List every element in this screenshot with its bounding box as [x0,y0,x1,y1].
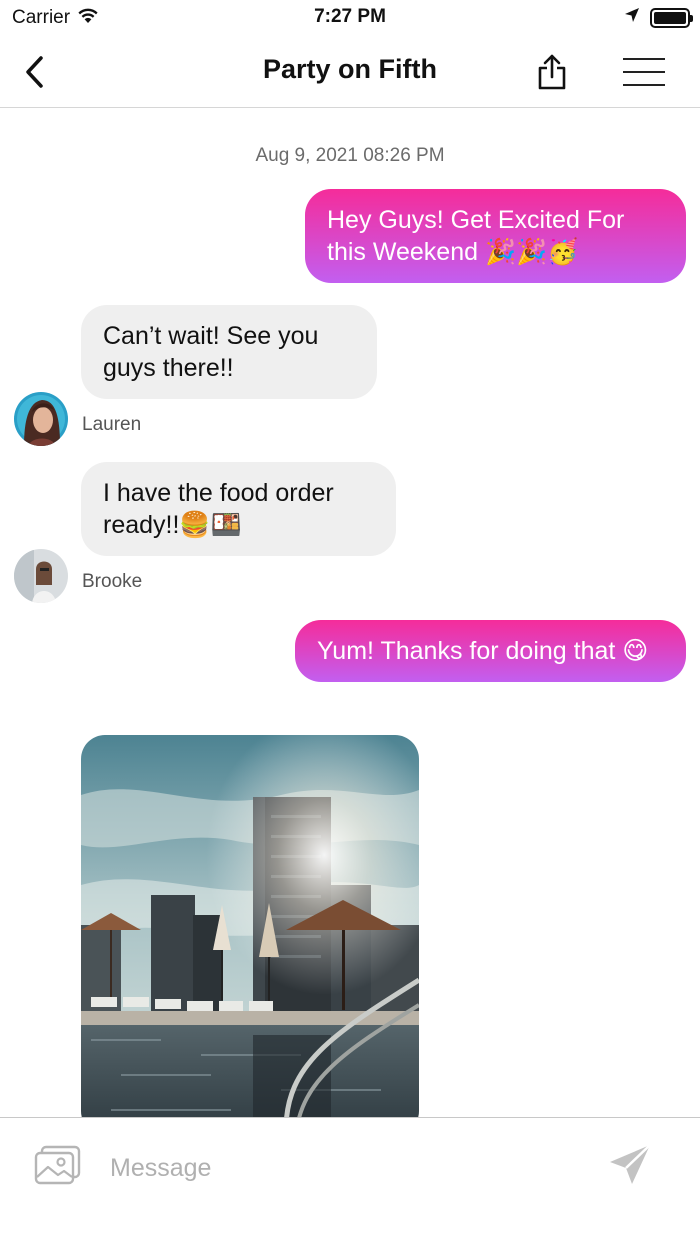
battery-icon [650,7,693,28]
menu-button[interactable] [620,54,668,90]
paper-plane-icon [610,1144,651,1184]
message-text: Hey Guys! Get Excited For this Weekend 🎉… [327,206,625,266]
status-indicators [624,7,693,28]
avatar-brooke[interactable] [14,549,68,603]
sender-name-brooke: Brooke [82,571,143,592]
message-text: I have the food order ready!!🍔🍱 [103,479,334,539]
battery-level [654,11,686,24]
gallery-button[interactable] [34,1144,82,1186]
share-button[interactable] [532,50,572,94]
chat-title: Party on Fifth [263,54,437,84]
photo-gallery-icon [34,1145,81,1185]
status-bar: Carrier 7:27 PM [0,0,700,36]
outgoing-message-bubble[interactable]: Yum! Thanks for doing that 😋 [295,620,686,682]
hamburger-menu-icon [623,58,665,60]
sender-name-lauren: Lauren [82,414,142,435]
send-button[interactable] [606,1142,658,1190]
navigation-bar: Party on Fifth [0,36,700,108]
incoming-message-bubble[interactable]: Can’t wait! See you guys there!! [81,305,377,399]
avatar-lauren[interactable] [14,392,68,446]
share-icon [538,54,566,90]
message-input[interactable] [110,1146,580,1190]
conversation-timestamp: Aug 9, 2021 08:26 PM [255,145,445,166]
message-text: Can’t wait! See you guys there!! [103,322,319,382]
status-time: 7:27 PM [314,6,386,27]
incoming-message-bubble[interactable]: I have the food order ready!!🍔🍱 [81,462,396,556]
message-list[interactable]: Aug 9, 2021 08:26 PM Hey Guys! Get Excit… [0,109,700,1117]
message-text: Yum! Thanks for doing that 😋 [317,637,649,665]
location-arrow-icon [624,7,640,28]
message-composer [0,1117,700,1244]
photo-message[interactable] [81,735,419,1117]
outgoing-message-bubble[interactable]: Hey Guys! Get Excited For this Weekend 🎉… [305,189,686,283]
